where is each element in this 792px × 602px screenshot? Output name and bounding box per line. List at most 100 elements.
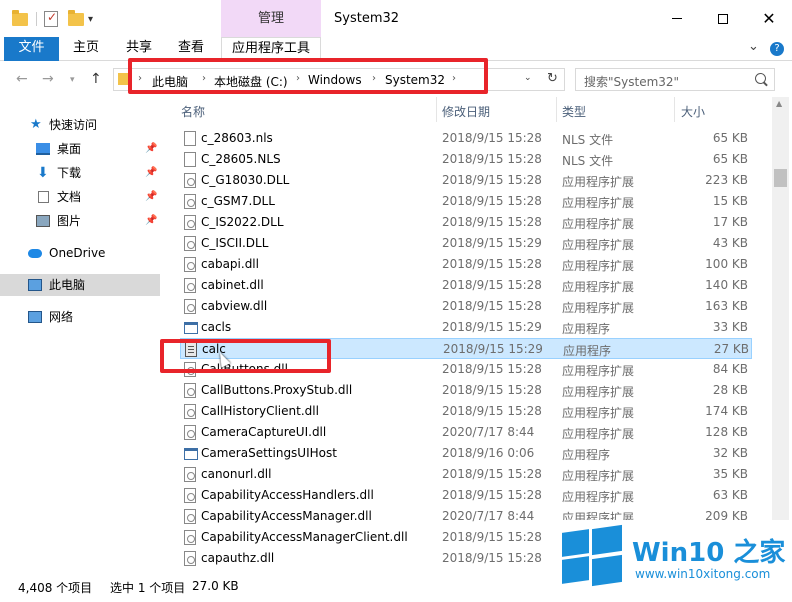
new-folder-icon[interactable]	[68, 9, 84, 29]
column-divider[interactable]	[556, 97, 557, 122]
column-divider[interactable]	[674, 97, 675, 122]
table-row[interactable]: CameraSettingsUIHost 2018/9/16 0:06 应用程序 32…	[180, 443, 752, 464]
pin-icon[interactable]: 📌	[145, 186, 157, 208]
column-header-type[interactable]: 类型	[562, 103, 586, 120]
table-row[interactable]: c_28603.nls 2018/9/15 15:28 NLS 文件 65 KB	[180, 128, 752, 149]
window-title: System32	[334, 11, 400, 26]
file-date: 2018/9/15 15:28	[442, 551, 542, 565]
column-header-name[interactable]: 名称	[181, 103, 205, 120]
nav-item-label: OneDrive	[49, 246, 106, 260]
file-name: cabapi.dll	[201, 257, 259, 271]
file-date: 2020/7/17 8:44	[442, 509, 535, 523]
navigation-pane: ★ 快速访问 桌面 📌 ⬇ 下载 📌 文档 📌 图片 📌 OneDrive 此电…	[0, 97, 160, 577]
file-date: 2018/9/15 15:28	[442, 257, 542, 271]
table-row[interactable]: CameraCaptureUI.dll 2020/7/17 8:44 应用程序扩展 1…	[180, 422, 752, 443]
help-icon[interactable]: ?	[770, 42, 784, 56]
table-row[interactable]: cabview.dll 2018/9/15 15:28 应用程序扩展 163 KB	[180, 296, 752, 317]
table-row[interactable]: c_GSM7.DLL 2018/9/15 15:28 应用程序扩展 15 KB	[180, 191, 752, 212]
file-type: 应用程序扩展	[562, 427, 635, 441]
tab-file[interactable]: 文件	[4, 37, 59, 61]
table-row[interactable]: C_IS2022.DLL 2018/9/15 15:28 应用程序扩展 17 KB	[180, 212, 752, 233]
column-divider[interactable]	[436, 97, 437, 122]
download-icon: ⬇	[37, 165, 49, 181]
nav-item-onedrive[interactable]: OneDrive	[0, 242, 160, 264]
table-row[interactable]: cacls 2018/9/15 15:29 应用程序 33 KB	[180, 317, 752, 338]
star-icon: ★	[30, 117, 42, 132]
nav-item-desktop[interactable]: 桌面 📌	[0, 138, 160, 160]
column-header-date[interactable]: 修改日期	[442, 103, 490, 120]
vertical-scrollbar[interactable]: ▲	[772, 97, 789, 520]
table-row[interactable]: CapabilityAccessHandlers.dll 2018/9/15 15…	[180, 485, 752, 506]
file-list: ⌃ 名称 修改日期 类型 大小 c_28603.nls 2018/9/15 15:…	[170, 97, 772, 577]
file-date: 2018/9/15 15:28	[442, 278, 542, 292]
table-row[interactable]: C_G18030.DLL 2018/9/15 15:28 应用程序扩展 223 KB	[180, 170, 752, 191]
manage-tab[interactable]: 管理	[221, 0, 321, 37]
file-name: CapabilityAccessManager.dll	[201, 509, 372, 523]
maximize-button[interactable]	[700, 0, 746, 37]
file-name: cabinet.dll	[201, 278, 264, 292]
file-name: CameraCaptureUI.dll	[201, 425, 327, 439]
file-type: 应用程序扩展	[562, 469, 635, 483]
table-row[interactable]: CallButtons.ProxyStub.dll 2018/9/15 15:28…	[180, 380, 752, 401]
dll-file-icon	[184, 278, 196, 293]
nav-item-label: 下载	[57, 166, 82, 180]
nav-item-network[interactable]: 网络	[0, 306, 160, 328]
selected-count: 选中 1 个项目	[110, 581, 186, 595]
back-arrow-icon[interactable]: ←	[16, 71, 28, 87]
pin-icon[interactable]: 📌	[145, 162, 157, 184]
table-row[interactable]: C_ISCII.DLL 2018/9/15 15:29 应用程序扩展 43 KB	[180, 233, 752, 254]
table-row[interactable]: cabinet.dll 2018/9/15 15:28 应用程序扩展 140 KB	[180, 275, 752, 296]
watermark-url: www.win10xitong.com	[635, 567, 771, 581]
properties-icon[interactable]	[44, 9, 58, 29]
table-row[interactable]: CallHistoryClient.dll 2018/9/15 15:28 应用程序…	[180, 401, 752, 422]
nav-item-pictures[interactable]: 图片 📌	[0, 210, 160, 232]
dll-file-icon	[184, 236, 196, 251]
folder-icon[interactable]	[12, 9, 28, 29]
pin-icon[interactable]: 📌	[145, 138, 157, 160]
scrollbar-thumb[interactable]	[774, 169, 787, 187]
refresh-icon[interactable]: ↻	[547, 71, 558, 86]
recent-locations-icon[interactable]: ▾	[70, 75, 75, 85]
minimize-button[interactable]	[654, 0, 700, 37]
file-date: 2020/7/17 8:44	[442, 425, 535, 439]
file-name: CallHistoryClient.dll	[201, 404, 319, 418]
table-row[interactable]: C_28605.NLS 2018/9/15 15:28 NLS 文件 65 KB	[180, 149, 752, 170]
search-box[interactable]: 搜索"System32"	[575, 68, 775, 91]
file-date: 2018/9/15 15:28	[442, 152, 542, 166]
close-button[interactable]: ✕	[746, 0, 792, 37]
file-type: 应用程序	[562, 322, 611, 336]
file-date: 2018/9/15 15:28	[442, 131, 542, 145]
pictures-icon	[36, 215, 50, 227]
column-header-size[interactable]: 大小	[681, 103, 705, 120]
search-icon[interactable]	[755, 73, 766, 84]
tab-home[interactable]: 主页	[64, 37, 108, 61]
sort-ascending-icon: ⌃	[264, 97, 271, 103]
dll-file-icon	[184, 257, 196, 272]
pin-icon[interactable]: 📌	[145, 210, 157, 232]
expand-ribbon-icon[interactable]: ⌄	[748, 39, 759, 54]
file-date: 2018/9/15 15:29	[443, 342, 543, 356]
file-type: 应用程序扩展	[562, 280, 635, 294]
address-history-icon[interactable]: ⌄	[524, 73, 532, 83]
forward-arrow-icon[interactable]: →	[42, 71, 54, 87]
nav-item-quick-access[interactable]: ★ 快速访问	[0, 114, 160, 136]
table-row[interactable]: canonurl.dll 2018/9/15 15:28 应用程序扩展 35 KB	[180, 464, 752, 485]
file-name: CameraSettingsUIHost	[201, 446, 337, 460]
file-size: 63 KB	[712, 488, 748, 502]
file-date: 2018/9/15 15:28	[442, 383, 542, 397]
nav-item-label: 桌面	[57, 142, 82, 156]
nav-item-this-pc[interactable]: 此电脑	[0, 274, 160, 296]
nav-item-label: 网络	[49, 310, 74, 324]
up-arrow-icon[interactable]: ↑	[90, 71, 102, 87]
file-date: 2018/9/15 15:29	[442, 320, 542, 334]
file-date: 2018/9/15 15:28	[442, 362, 542, 376]
nav-item-downloads[interactable]: ⬇ 下载 📌	[0, 162, 160, 184]
file-type: 应用程序扩展	[562, 301, 635, 315]
address-highlight-box	[128, 58, 488, 94]
nav-item-documents[interactable]: 文档 📌	[0, 186, 160, 208]
table-row[interactable]: cabapi.dll 2018/9/15 15:28 应用程序扩展 100 KB	[180, 254, 752, 275]
customize-toolbar-icon[interactable]: ▾	[88, 9, 93, 29]
scroll-up-icon[interactable]: ▲	[776, 99, 782, 108]
file-size: 27 KB	[713, 342, 749, 356]
file-date: 2018/9/15 15:28	[442, 194, 542, 208]
